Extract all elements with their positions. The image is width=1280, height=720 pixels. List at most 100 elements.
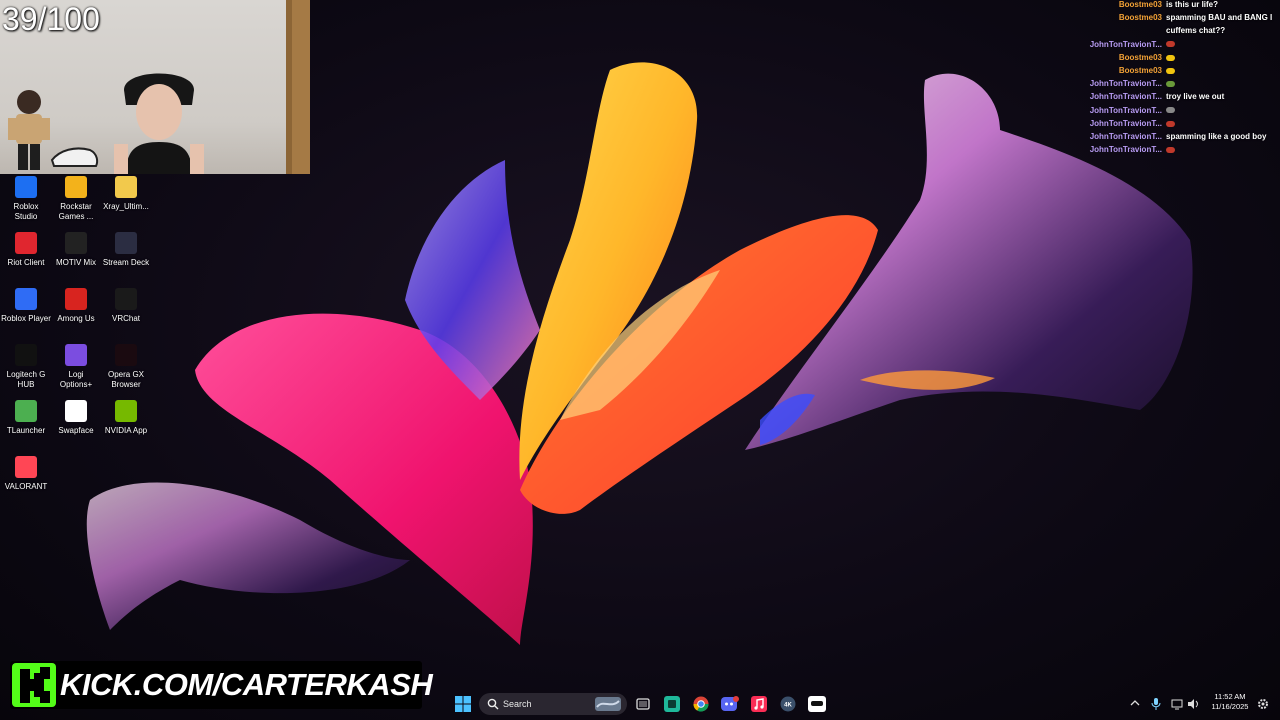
webcam-door-frame (286, 0, 292, 174)
chat-username[interactable]: JohnTonTravionT... (1090, 79, 1162, 88)
riot-client-icon (15, 232, 37, 254)
chat-username[interactable]: Boostme03 (1119, 13, 1162, 22)
swapface-icon (65, 400, 87, 422)
desktop-icon-label-line2: Options+ (59, 380, 93, 389)
volume-icon[interactable] (1187, 698, 1199, 713)
start-icon[interactable] (452, 693, 474, 715)
chat-text (1166, 145, 1175, 154)
network-icon[interactable] (1171, 698, 1183, 713)
among-us-icon (65, 288, 87, 310)
svg-text:4K: 4K (784, 703, 792, 709)
desktop-icon-label-line2: Studio (14, 212, 38, 221)
kick-banner: KICK.COM/CARTERKASH (10, 661, 433, 709)
rockstar-icon (65, 176, 87, 198)
desktop-icon-label-line2: HUB (17, 380, 35, 389)
discord-icon[interactable] (719, 693, 741, 715)
desktop-icon[interactable]: VRChat (100, 288, 152, 324)
search-icon (487, 698, 499, 710)
roblox-studio-icon (15, 176, 37, 198)
chat-emote-icon (1166, 147, 1175, 154)
chat-username[interactable]: Boostme03 (1119, 66, 1162, 75)
chat-username[interactable]: JohnTonTravionT... (1090, 145, 1162, 154)
taskbar-search-box[interactable]: Search (479, 693, 627, 715)
stream-chat: Boostme03 is this ur life? Boostme03 spammi… (1050, 0, 1280, 156)
desktop-icon[interactable]: Roblox Player (0, 288, 52, 324)
chat-text (1166, 40, 1175, 49)
desktop-icon[interactable]: TLauncher (0, 400, 52, 436)
streamer (114, 73, 204, 174)
kick-logo-icon (12, 663, 56, 707)
desktop-icon[interactable]: VALORANT (0, 456, 52, 492)
desktop-icon-label: Rockstar (60, 202, 92, 211)
chat-username[interactable]: Boostme03 (1119, 0, 1162, 9)
desktop-icon-label: Xray_Ultim... (103, 202, 149, 211)
chat-message: cuffems chat?? (1050, 26, 1280, 39)
chat-message: Boostme03 (1050, 53, 1280, 66)
desktop-icon-label: Opera GX (107, 370, 144, 379)
roblox-player-icon (15, 288, 37, 310)
desktop-icon[interactable]: MOTIV Mix (50, 232, 102, 268)
chat-message: Boostme03 is this ur life? (1050, 0, 1280, 13)
tlauncher-icon (15, 400, 37, 422)
stream-deck-icon (115, 232, 137, 254)
desktop-icon[interactable]: Swapface (50, 400, 102, 436)
app-green-icon[interactable] (661, 693, 683, 715)
chat-text: spamming like a good boy (1166, 132, 1267, 141)
desktop-icon[interactable]: Among Us (50, 288, 102, 324)
chat-emote-icon (1166, 107, 1175, 114)
motiv-mix-icon (65, 232, 87, 254)
chat-username[interactable]: JohnTonTravionT... (1090, 106, 1162, 115)
toy-figure (8, 90, 50, 170)
task-view-icon[interactable] (632, 693, 654, 715)
progress-counter: 39/100 (2, 1, 100, 37)
chat-emote-icon (1166, 41, 1175, 48)
chat-username[interactable]: JohnTonTravionT... (1090, 92, 1162, 101)
desktop-icon[interactable]: Logi Options+ (50, 344, 102, 390)
sneaker (50, 147, 99, 167)
desktop-icon-label: VALORANT (4, 482, 48, 491)
opera-gx-icon (115, 344, 137, 366)
chat-username[interactable]: JohnTonTravionT... (1090, 40, 1162, 49)
desktop-icon[interactable]: Logitech G HUB (0, 344, 52, 390)
desktop-icon-label: Riot Client (7, 258, 45, 267)
desktop-icon[interactable]: Roblox Studio (0, 176, 52, 222)
desktop-icon[interactable]: Xray_Ultim... (100, 176, 152, 212)
chat-username[interactable]: JohnTonTravionT... (1090, 132, 1162, 141)
vrchat-icon (115, 288, 137, 310)
desktop-icon[interactable]: Stream Deck (100, 232, 152, 268)
4k-icon[interactable]: 4K (777, 693, 799, 715)
chat-message: Boostme03 (1050, 66, 1280, 79)
folder-icon (115, 176, 137, 198)
chat-text (1166, 106, 1175, 115)
chat-username[interactable]: Boostme03 (1119, 53, 1162, 62)
chat-text (1166, 53, 1175, 62)
chat-message: JohnTonTravionT... (1050, 40, 1280, 53)
webcam-overlay: 39/100 (0, 0, 310, 174)
desktop-icon-label: TLauncher (6, 426, 46, 435)
desktop-icon[interactable]: Opera GX Browser (100, 344, 152, 390)
microphone-icon[interactable] (1151, 698, 1161, 713)
logitech-ghub-icon (15, 344, 37, 366)
chevron-up-icon[interactable] (1130, 698, 1140, 711)
chat-message: JohnTonTravionT... troy live we out (1050, 92, 1280, 105)
chat-emote-icon (1166, 54, 1175, 61)
chat-username[interactable]: JohnTonTravionT... (1090, 119, 1162, 128)
desktop-icon-label: Among Us (57, 314, 95, 323)
chat-message: JohnTonTravionT... (1050, 79, 1280, 92)
taskbar-clock[interactable]: 11:52 AM 11/16/2025 (1206, 692, 1254, 712)
search-highlight-icon (595, 697, 621, 711)
desktop-icon[interactable]: Riot Client (0, 232, 52, 268)
chat-message: JohnTonTravionT... spamming like a good b… (1050, 132, 1280, 145)
notification-gear-icon[interactable] (1257, 698, 1269, 713)
desktop-icon[interactable]: NVIDIA App (100, 400, 152, 436)
clock-time: 11:52 AM (1214, 692, 1246, 701)
chat-emote-icon (1166, 120, 1175, 127)
desktop-icon-label: Roblox Player (1, 314, 51, 323)
chrome-icon[interactable] (690, 693, 712, 715)
desktop-icon-label-line2: Browser (111, 380, 141, 389)
desktop-icon[interactable]: Rockstar Games ... (50, 176, 102, 222)
desktop-icon-label: Logi (68, 370, 84, 379)
music-icon[interactable] (748, 693, 770, 715)
swapface-taskbar-icon[interactable] (806, 693, 828, 715)
chat-text: cuffems chat?? (1166, 26, 1226, 36)
